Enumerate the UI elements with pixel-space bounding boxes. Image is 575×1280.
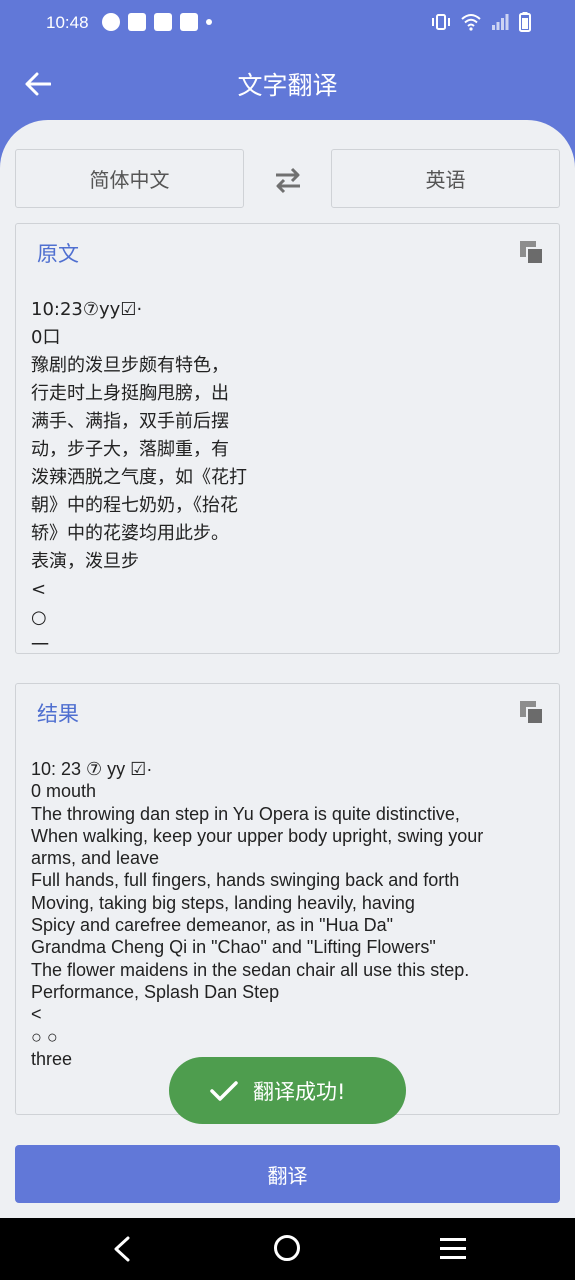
copy-source-button[interactable]	[520, 241, 542, 263]
result-card-title: 结果	[37, 702, 79, 726]
nav-back-icon[interactable]	[108, 1234, 134, 1264]
mail-icon	[154, 13, 172, 31]
status-time: 10:48	[46, 13, 89, 32]
speedometer-icon	[102, 13, 120, 31]
source-language-button[interactable]: 简体中文	[15, 149, 244, 208]
vibrate-icon	[432, 14, 450, 30]
navigation-bar	[0, 1218, 575, 1280]
source-text-card: 原文 10:23⑦yy☑· 0口 豫剧的泼旦步颇有特色， 行走时上身挺胸甩膀，出…	[15, 223, 560, 656]
status-bar: 10:48	[0, 0, 575, 48]
translate-button[interactable]: 翻译	[15, 1145, 560, 1203]
source-card-title: 原文	[37, 242, 79, 266]
battery-icon	[519, 12, 531, 32]
nav-menu-icon[interactable]	[440, 1238, 466, 1265]
source-text[interactable]: 10:23⑦yy☑· 0口 豫剧的泼旦步颇有特色， 行走时上身挺胸甩膀，出 满手…	[31, 296, 261, 660]
nav-home-icon[interactable]	[274, 1235, 300, 1261]
content-sheet: 简体中文 英语 原文 10:23⑦yy☑· 0口 豫剧的泼旦步颇有特色， 行走时…	[0, 120, 575, 1218]
mail-icon	[128, 13, 146, 31]
success-toast: 翻译成功!	[169, 1057, 406, 1124]
check-icon	[210, 1080, 238, 1101]
system-icons	[431, 12, 531, 32]
mail-icon	[180, 13, 198, 31]
signal-icon	[492, 14, 509, 30]
wifi-icon	[461, 14, 481, 31]
swap-languages-button[interactable]	[268, 160, 308, 200]
app-bar: 文字翻译	[0, 48, 575, 120]
copy-result-button[interactable]	[520, 701, 542, 723]
swap-icon	[276, 167, 300, 194]
target-language-button[interactable]: 英语	[331, 149, 560, 208]
page-title: 文字翻译	[237, 71, 338, 100]
result-text: 10: 23 ⑦ yy ☑· 0 mouth The throwing dan …	[31, 759, 484, 1069]
dot-icon	[206, 19, 212, 25]
toast-message: 翻译成功!	[253, 1079, 346, 1104]
notification-icons	[102, 13, 212, 31]
result-text-card: 结果 10: 23 ⑦ yy ☑· 0 mouth The throwing d…	[15, 683, 560, 1115]
